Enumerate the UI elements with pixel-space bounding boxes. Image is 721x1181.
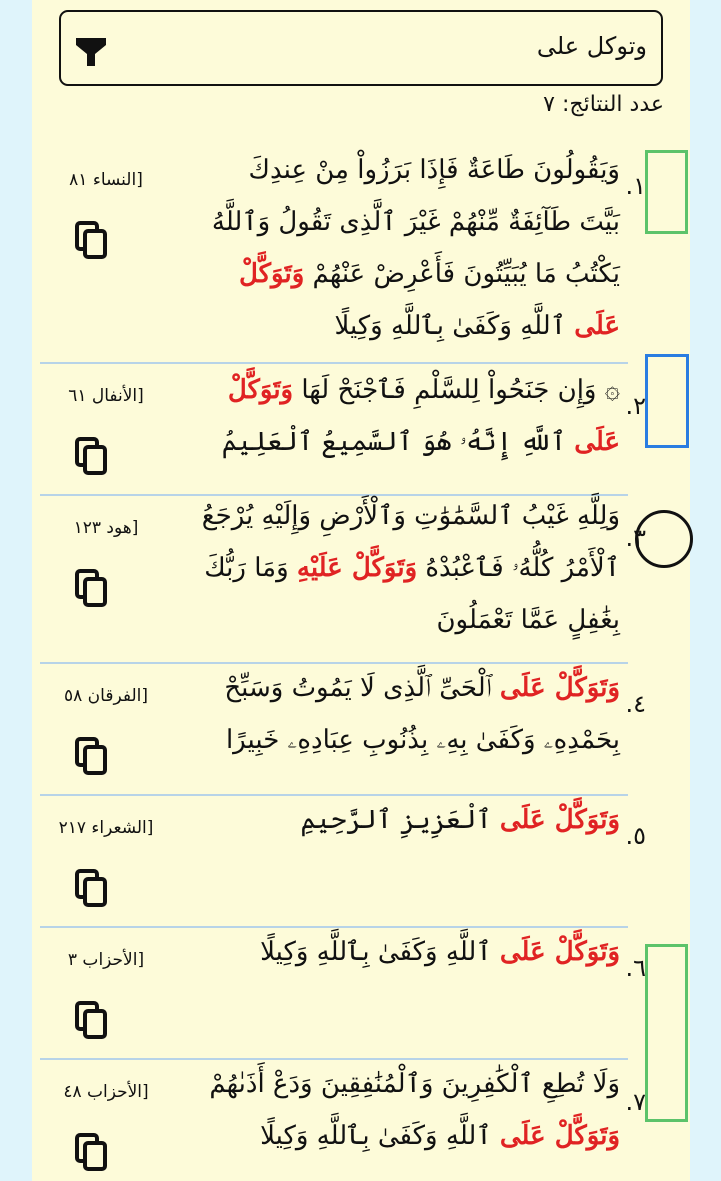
verse-reference[interactable]: [الأحزاب ٣ [50, 950, 162, 970]
copy-icon[interactable] [74, 1000, 108, 1040]
search-box[interactable]: وتوكل على [59, 10, 663, 86]
highlighted-match: وَتَوَكَّلْ عَلَى [499, 1121, 620, 1151]
highlight-box-green-2 [645, 944, 688, 1122]
verse-segment: ٱللَّهِ إِنَّهُۥ هُوَ ٱلسَّمِيعُ ٱلْعَلِ… [221, 427, 575, 457]
verse-segment: وَلَا تُطِعِ ٱلْكَٰفِرِينَ وَٱلْمُنَٰفِق… [209, 1069, 620, 1099]
verse-segment: ٱللَّهِ وَكَفَىٰ بِٱللَّهِ وَكِيلًا [260, 1121, 500, 1151]
highlighted-match: وَتَوَكَّلْ عَلَى [499, 805, 620, 835]
verse-reference[interactable]: [الشعراء ٢١٧ [50, 818, 162, 838]
verse-text: وَتَوَكَّلْ عَلَى ٱلْعَزِيزِ ٱلرَّحِيمِ [200, 794, 620, 846]
search-input[interactable]: وتوكل على [537, 32, 647, 60]
highlighted-match: وَتَوَكَّلْ عَلَى [499, 673, 620, 703]
highlighted-match: وَتَوَكَّلْ عَلَى [499, 937, 620, 967]
highlight-box-green [645, 150, 688, 234]
verse-text: وَتَوَكَّلْ عَلَى ٱللَّهِ وَكَفَىٰ بِٱلل… [200, 926, 620, 978]
filter-icon[interactable] [75, 34, 107, 68]
verse-segment: ٱلْعَزِيزِ ٱلرَّحِيمِ [300, 805, 500, 835]
verse-reference[interactable]: [الأنفال ٦١ [50, 386, 162, 406]
verse-text: وَلِلَّهِ غَيْبُ ٱلسَّمَٰوَٰتِ وَٱلْأَرْ… [200, 490, 620, 646]
verse-reference[interactable]: [الفرقان ٥٨ [50, 686, 162, 706]
verse-text: وَتَوَكَّلْ عَلَى ٱلْحَىِّ ٱلَّذِى لَا ي… [200, 662, 620, 766]
results-count: عدد النتائج: ٧ [543, 92, 664, 117]
results-page: وتوكل على عدد النتائج: ٧ ١. وَيَقُولُونَ … [32, 0, 693, 1181]
copy-icon[interactable] [74, 868, 108, 908]
verse-reference[interactable]: [النساء ٨١ [50, 170, 162, 190]
verse-text: وَلَا تُطِعِ ٱلْكَٰفِرِينَ وَٱلْمُنَٰفِق… [200, 1058, 620, 1162]
verse-text: وَيَقُولُونَ طَاعَةٌ فَإِذَا بَرَزُواْ م… [200, 144, 620, 352]
verse-segment: ۞ وَإِن جَنَحُواْ لِلسَّلْمِ فَٱجْنَحْ ل… [293, 375, 620, 405]
copy-icon[interactable] [74, 436, 108, 476]
highlighted-match: وَتَوَكَّلْ عَلَيْهِ [296, 553, 418, 583]
verse-reference[interactable]: [هود ١٢٣ [50, 518, 162, 538]
verse-text: ۞ وَإِن جَنَحُواْ لِلسَّلْمِ فَٱجْنَحْ ل… [200, 364, 620, 468]
verse-segment: ٱللَّهِ وَكَفَىٰ بِٱللَّهِ وَكِيلًا [334, 311, 575, 341]
highlight-box-blue [645, 354, 689, 448]
verse-reference[interactable]: [الأحزاب ٤٨ [50, 1082, 162, 1102]
highlight-circle [635, 510, 693, 568]
verse-segment: ٱللَّهِ وَكَفَىٰ بِٱللَّهِ وَكِيلًا [260, 937, 500, 967]
copy-icon[interactable] [74, 220, 108, 260]
copy-icon[interactable] [74, 1132, 108, 1172]
copy-icon[interactable] [74, 568, 108, 608]
copy-icon[interactable] [74, 736, 108, 776]
